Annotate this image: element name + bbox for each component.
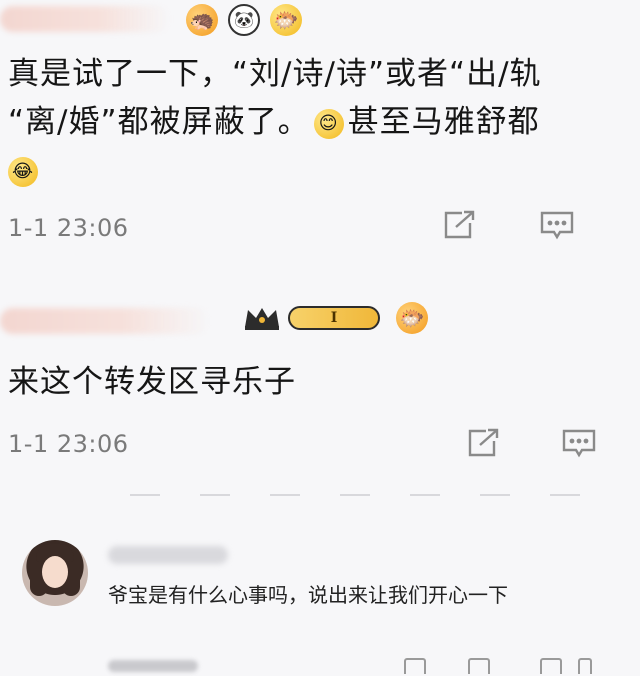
level-badge: I (288, 306, 380, 330)
comment-text-line-1: 真是试了一下，“刘/诗/诗”或者“出/轨 (8, 56, 542, 92)
reply-timestamp-blurred (108, 660, 198, 672)
comment-icon[interactable] (562, 428, 596, 458)
share-icon[interactable] (442, 210, 476, 240)
user-badges: 🦔 🐼 🐡 (186, 4, 302, 36)
username-blurred[interactable] (0, 308, 210, 334)
comment-card: I 🐡 来这个转发区寻乐子 1-1 23:06 (0, 286, 640, 492)
fish-emoji-icon: 🐡 (396, 302, 428, 334)
panda-emoji-icon: 🐼 (228, 4, 260, 36)
comment-timestamp: 1-1 23:06 (8, 214, 129, 242)
laughing-emoji-icon: 😂 (8, 156, 38, 187)
comment-card: 🦔 🐼 🐡 真是试了一下，“刘/诗/诗”或者“出/轨 “离/婚”都被屏蔽了。 😊 甚… (0, 0, 640, 270)
comment-text-line-2: “离/婚”都被屏蔽了。 😊 甚至马雅舒都 (8, 104, 540, 140)
comment-timestamp: 1-1 23:06 (8, 430, 129, 458)
avatar[interactable] (22, 540, 88, 606)
crown-icon (242, 305, 282, 331)
reply-text: 爷宝是有什么心事吗，说出来让我们开心一下 (108, 583, 508, 607)
shy-face-emoji-icon: 😊 (313, 108, 344, 139)
fish-emoji-icon: 🐡 (270, 4, 302, 36)
comment-text-line-3: 😂 (8, 146, 630, 194)
username-blurred[interactable] (0, 6, 170, 32)
comment-icon[interactable] (540, 210, 574, 240)
reply-card: 爷宝是有什么心事吗，说出来让我们开心一下 (0, 494, 640, 676)
more-icon[interactable] (578, 658, 592, 674)
share-icon[interactable] (404, 658, 426, 674)
comment-icon[interactable] (468, 658, 490, 674)
user-badges: I 🐡 (242, 302, 428, 334)
comment-text: 来这个转发区寻乐子 (8, 364, 296, 400)
username-blurred[interactable] (108, 546, 228, 564)
hedgehog-emoji-icon: 🦔 (186, 4, 218, 36)
divider (130, 494, 600, 496)
share-icon[interactable] (466, 428, 500, 458)
like-icon[interactable] (540, 658, 562, 674)
comment-text: 真是试了一下，“刘/诗/诗”或者“出/轨 “离/婚”都被屏蔽了。 😊 甚至马雅舒都 … (8, 50, 630, 194)
